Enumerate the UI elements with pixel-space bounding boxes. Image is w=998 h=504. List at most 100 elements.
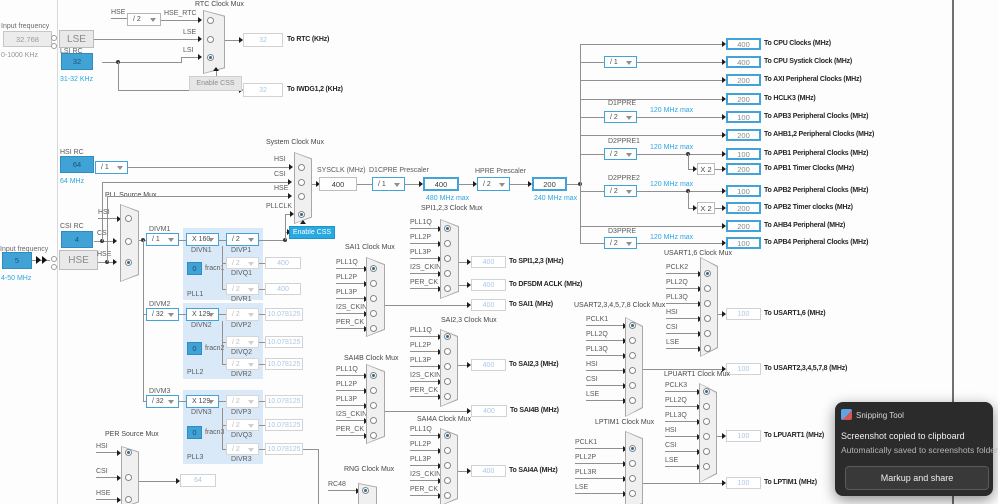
output-value-box[interactable]: 200 — [726, 129, 761, 141]
sai4a-radio[interactable] — [444, 462, 451, 469]
output-value-box[interactable]: 200 — [726, 163, 761, 175]
rtc-mux-radio-lse[interactable] — [207, 36, 214, 43]
hse-input-freq-box[interactable]: 5 — [2, 252, 32, 269]
output-value-box[interactable]: 100 — [726, 237, 761, 249]
sys-radio-hse[interactable] — [298, 193, 305, 200]
fracn1-box[interactable]: 0 — [187, 262, 202, 275]
lpuart1-radio[interactable] — [703, 463, 710, 470]
lpuart1-radio[interactable] — [703, 418, 710, 425]
output-value-box[interactable]: 100 — [726, 111, 761, 123]
pll-src-radio-hsi[interactable] — [125, 215, 132, 222]
sys-radio-csi[interactable] — [298, 179, 305, 186]
sai23-radio[interactable] — [444, 393, 451, 400]
sai4a-radio[interactable] — [444, 432, 451, 439]
d1cpre-dropdown[interactable]: / 1 — [372, 177, 405, 191]
sai1-radio[interactable] — [370, 310, 377, 317]
sai4a-radio[interactable] — [444, 447, 451, 454]
lpuart1-radio[interactable] — [703, 448, 710, 455]
lsi-value-box[interactable]: 32 — [61, 53, 93, 70]
lptim1-radio[interactable] — [629, 460, 636, 467]
lpuart1-radio[interactable] — [703, 388, 710, 395]
spi-radio[interactable] — [444, 285, 451, 292]
spi-radio[interactable] — [444, 225, 451, 232]
sai23-radio[interactable] — [444, 363, 451, 370]
sai4b-radio[interactable] — [370, 372, 377, 379]
spi-radio[interactable] — [444, 255, 451, 262]
spi-radio[interactable] — [444, 270, 451, 277]
usart2-radio[interactable] — [629, 382, 636, 389]
divp1-dropdown[interactable]: / 2 — [226, 233, 259, 246]
divm1-dropdown[interactable]: / 1 — [146, 233, 179, 246]
output-value-box[interactable]: 200 — [726, 74, 761, 86]
per-src-radio-csi[interactable] — [125, 474, 132, 481]
sai4a-radio[interactable] — [444, 477, 451, 484]
hse-source-box[interactable]: HSE — [59, 250, 98, 270]
d1ppre-dropdown[interactable]: / 2 — [604, 111, 637, 123]
rtc-enable-css-button[interactable]: Enable CSS — [189, 76, 242, 91]
per-src-radio-hsi[interactable] — [125, 449, 132, 456]
rtc-hse-prescaler-dropdown[interactable]: / 2 — [127, 13, 161, 26]
lptim1-radio[interactable] — [629, 475, 636, 482]
d1cpre-out-box[interactable]: 400 — [423, 177, 459, 191]
csi-value-box[interactable]: 4 — [61, 231, 93, 248]
output-value-box[interactable]: 100 — [726, 148, 761, 160]
output-value-box[interactable]: 200 — [726, 202, 761, 214]
hpre-out-box[interactable]: 200 — [532, 177, 567, 191]
sai4a-radio[interactable] — [444, 492, 451, 499]
divn3-dropdown[interactable]: X 129 — [186, 395, 219, 408]
output-value-box[interactable]: 200 — [726, 220, 761, 232]
sai1-radio[interactable] — [370, 265, 377, 272]
divn2-dropdown[interactable]: X 129 — [186, 308, 219, 321]
sysclk-box[interactable]: 400 — [319, 177, 357, 191]
fracn2-box[interactable]: 0 — [187, 342, 202, 355]
sys-radio-pllclk[interactable] — [298, 211, 305, 218]
lse-source-box[interactable]: LSE — [59, 30, 94, 48]
hpre-dropdown[interactable]: / 2 — [477, 177, 510, 191]
usart2-radio[interactable] — [629, 352, 636, 359]
pll-src-radio-hse[interactable] — [125, 259, 132, 266]
sai4b-radio[interactable] — [370, 432, 377, 439]
output-value-box[interactable]: 100 — [726, 185, 761, 197]
usart16-radio[interactable] — [704, 300, 711, 307]
usart16-radio[interactable] — [704, 345, 711, 352]
sys-radio-hsi[interactable] — [298, 164, 305, 171]
sai1-radio[interactable] — [370, 280, 377, 287]
d3ppre-dropdown[interactable]: / 2 — [604, 237, 637, 249]
divm2-dropdown[interactable]: / 32 — [146, 308, 179, 321]
rtc-mux-radio-hse[interactable] — [207, 17, 214, 24]
usart2-radio[interactable] — [629, 337, 636, 344]
lpuart1-radio[interactable] — [703, 403, 710, 410]
d2ppre2-dropdown[interactable]: / 2 — [604, 185, 637, 197]
markup-and-share-button[interactable]: Markup and share — [845, 466, 989, 490]
pll-src-radio-csi[interactable] — [125, 238, 132, 245]
usart2-radio[interactable] — [629, 322, 636, 329]
usart16-radio[interactable] — [704, 315, 711, 322]
hsi-divider-dropdown[interactable]: / 1 — [95, 161, 128, 174]
sai4b-radio[interactable] — [370, 402, 377, 409]
usart16-radio[interactable] — [704, 270, 711, 277]
rng-radio[interactable] — [362, 487, 369, 494]
sai23-radio[interactable] — [444, 378, 451, 385]
divm3-dropdown[interactable]: / 32 — [146, 395, 179, 408]
divn1-dropdown[interactable]: X 160 — [186, 233, 219, 246]
sai4b-radio[interactable] — [370, 387, 377, 394]
rtc-mux-radio-lsi[interactable] — [207, 54, 214, 61]
lptim1-radio[interactable] — [629, 445, 636, 452]
usart16-radio[interactable] — [704, 285, 711, 292]
hsi-value-box[interactable]: 64 — [60, 156, 94, 173]
usart2-radio[interactable] — [629, 367, 636, 374]
sai1-radio[interactable] — [370, 325, 377, 332]
output-value-box[interactable]: 200 — [726, 93, 761, 105]
sai1-radio[interactable] — [370, 295, 377, 302]
output-value-box[interactable]: 400 — [726, 56, 761, 68]
usart2-radio[interactable] — [629, 397, 636, 404]
lpuart1-radio[interactable] — [703, 433, 710, 440]
fracn3-box[interactable]: 0 — [187, 426, 202, 439]
lptim1-radio[interactable] — [629, 490, 636, 497]
output-value-box[interactable]: 400 — [726, 38, 761, 50]
spi-radio[interactable] — [444, 240, 451, 247]
systick-prescaler-dropdown[interactable]: / 1 — [604, 56, 637, 68]
usart16-radio[interactable] — [704, 330, 711, 337]
per-src-radio-hse[interactable] — [125, 496, 132, 503]
sai4b-radio[interactable] — [370, 417, 377, 424]
